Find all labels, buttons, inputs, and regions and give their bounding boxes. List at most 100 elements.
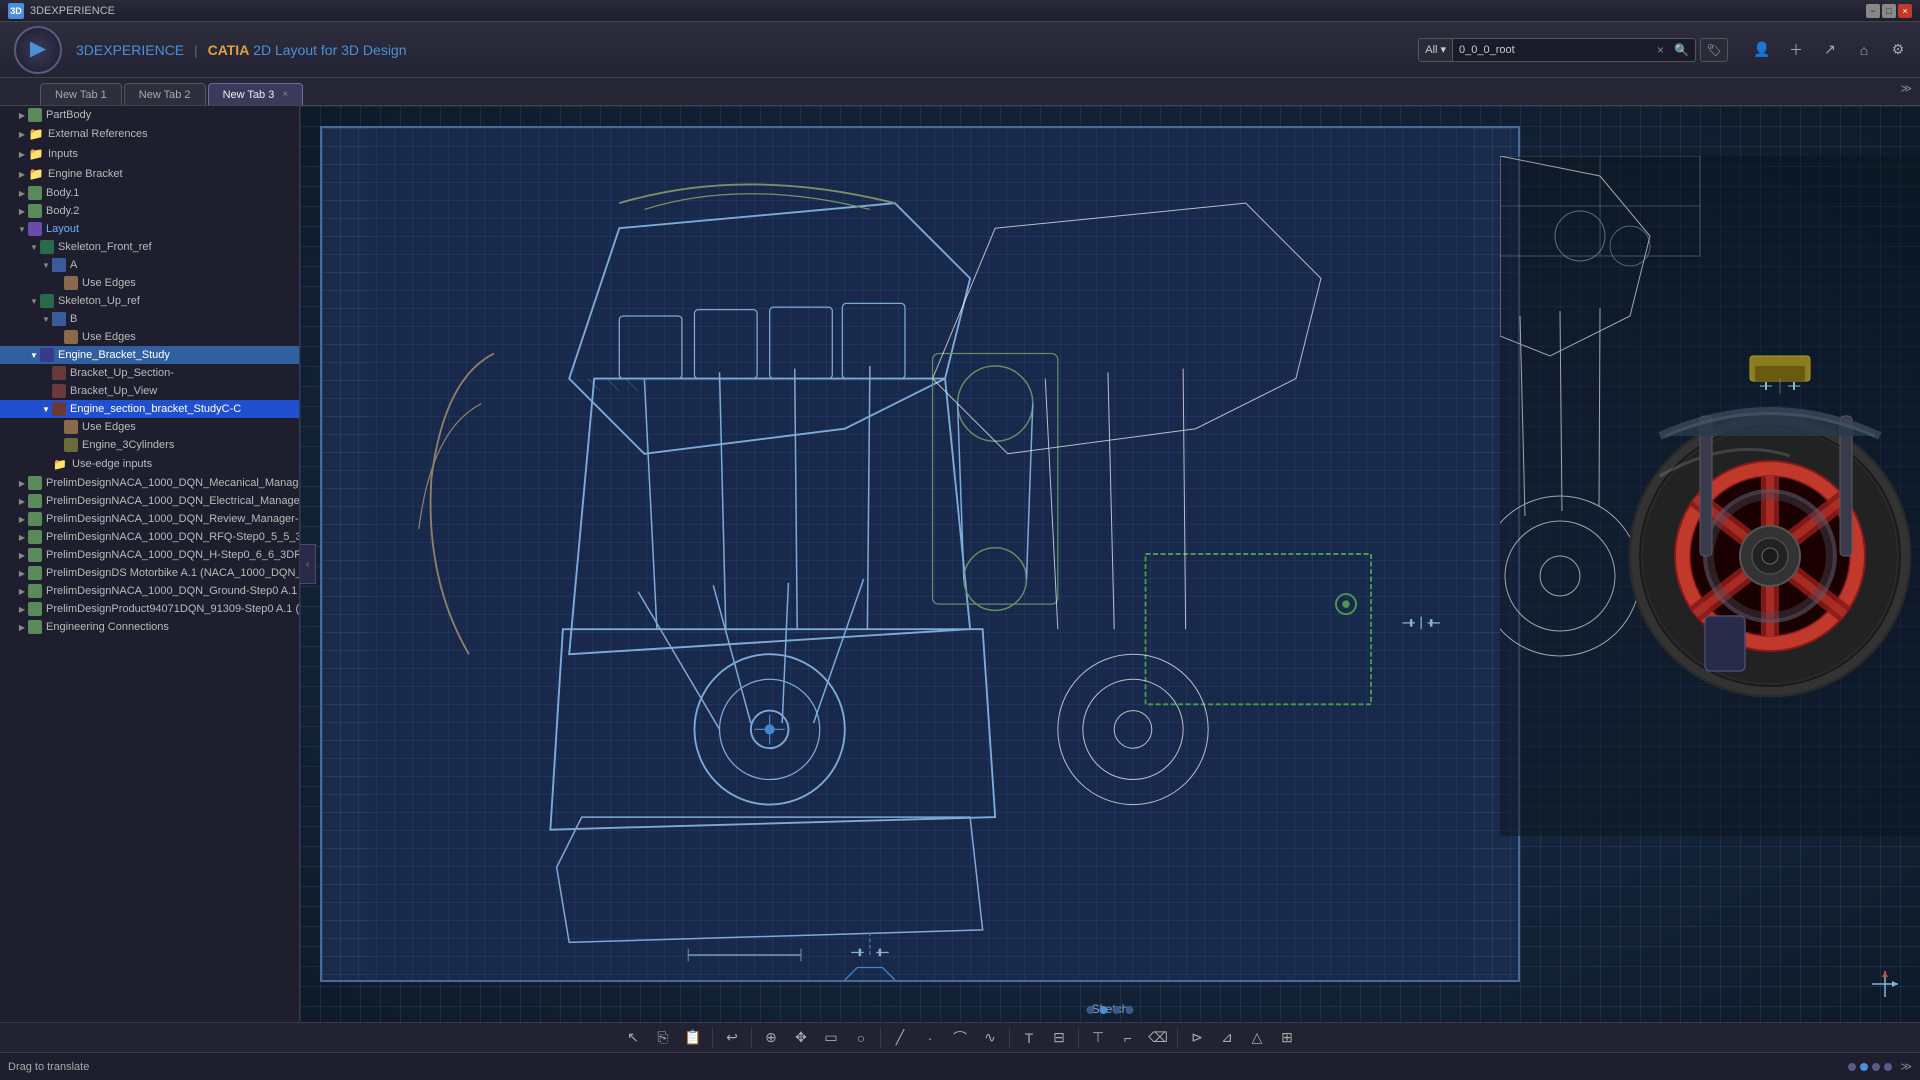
tree-item-bracket-up-section[interactable]: Bracket_Up_Section- <box>0 364 299 382</box>
tree-item-body2[interactable]: ▶ Body.2 <box>0 202 299 220</box>
label-engine-bracket: Engine Bracket <box>48 168 123 180</box>
tree-item-prelim3[interactable]: ▶ PrelimDesignNACA_1000_DQN_Review_Manag… <box>0 510 299 528</box>
undo-tool-button[interactable]: ↩ <box>719 1026 745 1050</box>
offset-tool-button[interactable]: ⊳ <box>1184 1026 1210 1050</box>
select-tool-button[interactable]: ⊕ <box>758 1026 784 1050</box>
tree-item-engine-bracket-study[interactable]: ▼ Engine_Bracket_Study <box>0 346 299 364</box>
triangle-tool-button[interactable]: △ <box>1244 1026 1270 1050</box>
tree-item-prelim6[interactable]: ▶ PrelimDesignDS Motorbike A.1 (NACA_100… <box>0 564 299 582</box>
tabbar-collapse[interactable]: ≫ <box>1900 82 1912 95</box>
tree-item-inputs[interactable]: ▶ 📁 Inputs <box>0 144 299 164</box>
tree-item-bracket-up-view[interactable]: Bracket_Up_View <box>0 382 299 400</box>
tree-item-partbody[interactable]: ▶ PartBody <box>0 106 299 124</box>
icon-use-edges-1 <box>64 276 78 290</box>
expand-eng-conn[interactable]: ▶ <box>16 621 28 633</box>
expand-prelim2[interactable]: ▶ <box>16 495 28 507</box>
fillet-tool-button[interactable]: ⌐ <box>1115 1026 1141 1050</box>
tab-2[interactable]: New Tab 2 <box>124 83 206 105</box>
rect-tool-button[interactable]: ▭ <box>818 1026 844 1050</box>
tag-button[interactable]: 🏷 <box>1700 38 1728 62</box>
cursor-tool-button[interactable]: ↖ <box>620 1026 646 1050</box>
user-icon-button[interactable]: 👤 <box>1748 36 1776 64</box>
logo-area <box>8 25 68 75</box>
tree-item-prelim1[interactable]: ▶ PrelimDesignNACA_1000_DQN_Mecanical_Ma… <box>0 474 299 492</box>
tree-item-use-edges-1[interactable]: Use Edges <box>0 274 299 292</box>
close-button[interactable]: × <box>1898 4 1912 18</box>
share-icon-button[interactable]: ↗ <box>1816 36 1844 64</box>
tree-item-prelim7[interactable]: ▶ PrelimDesignNACA_1000_DQN_Ground-Step0… <box>0 582 299 600</box>
tree-item-skel-front[interactable]: ▼ Skeleton_Front_ref <box>0 238 299 256</box>
circle-tool-button[interactable]: ○ <box>848 1026 874 1050</box>
tree-item-use-edge-inputs[interactable]: 📁 Use-edge inputs <box>0 454 299 474</box>
text-tool-button[interactable]: T <box>1016 1026 1042 1050</box>
expand-body2[interactable]: ▶ <box>16 205 28 217</box>
mirror-tool-button[interactable]: ⊤ <box>1085 1026 1111 1050</box>
viewport[interactable]: ‹ <box>300 106 1920 1022</box>
expand-prelim3[interactable]: ▶ <box>16 513 28 525</box>
tree-item-engine-section-bracket[interactable]: ▼ Engine_section_bracket_StudyC-C <box>0 400 299 418</box>
expand-item-a[interactable]: ▼ <box>40 259 52 271</box>
expand-ext-refs[interactable]: ▶ <box>16 128 28 140</box>
expand-prelim8[interactable]: ▶ <box>16 603 28 615</box>
trim-tool-button[interactable]: ⊟ <box>1046 1026 1072 1050</box>
move-tool-button[interactable]: ✥ <box>788 1026 814 1050</box>
tree-item-prelim5[interactable]: ▶ PrelimDesignNACA_1000_DQN_H-Step0_6_6_… <box>0 546 299 564</box>
label-use-edge-inputs: Use-edge inputs <box>72 458 152 470</box>
minimize-button[interactable]: − <box>1866 4 1880 18</box>
expand-prelim1[interactable]: ▶ <box>16 477 28 489</box>
point-tool-button[interactable]: · <box>917 1026 943 1050</box>
expand-skel-front[interactable]: ▼ <box>28 241 40 253</box>
line-tool-button[interactable]: ╱ <box>887 1026 913 1050</box>
tree-item-eng-conn[interactable]: ▶ Engineering Connections <box>0 618 299 636</box>
constraint-tool-button[interactable]: ⊞ <box>1274 1026 1300 1050</box>
tree-item-skel-up[interactable]: ▼ Skeleton_Up_ref <box>0 292 299 310</box>
expand-prelim7[interactable]: ▶ <box>16 585 28 597</box>
copy-tool-button[interactable]: ⎘ <box>650 1026 676 1050</box>
tree-item-prelim2[interactable]: ▶ PrelimDesignNACA_1000_DQN_Electrical_M… <box>0 492 299 510</box>
search-filter-dropdown[interactable]: All ▾ <box>1419 39 1453 61</box>
expand-engine-bracket-study[interactable]: ▼ <box>28 349 40 361</box>
search-go-icon[interactable]: 🔍 <box>1668 43 1695 57</box>
tree-item-body1[interactable]: ▶ Body.1 <box>0 184 299 202</box>
tree-item-item-a[interactable]: ▼ A <box>0 256 299 274</box>
expand-prelim4[interactable]: ▶ <box>16 531 28 543</box>
expand-item-b[interactable]: ▼ <box>40 313 52 325</box>
tree-item-engine-3cyl[interactable]: Engine_3Cylinders <box>0 436 299 454</box>
expand-partbody[interactable]: ▶ <box>16 109 28 121</box>
label-prelim7: PrelimDesignNACA_1000_DQN_Ground-Step0 A… <box>46 585 300 597</box>
arc-tool-button[interactable]: ⌒ <box>947 1026 973 1050</box>
tree-item-use-edges-2[interactable]: Use Edges <box>0 328 299 346</box>
expand-skel-up[interactable]: ▼ <box>28 295 40 307</box>
expand-engine-bracket[interactable]: ▶ <box>16 168 28 180</box>
search-input[interactable] <box>1453 44 1653 56</box>
expand-prelim5[interactable]: ▶ <box>16 549 28 561</box>
tab-3[interactable]: New Tab 3 × <box>208 83 304 105</box>
sidebar-collapse-handle[interactable]: ‹ <box>300 544 316 584</box>
tree-item-layout[interactable]: ▼ Layout <box>0 220 299 238</box>
add-icon-button[interactable]: ＋ <box>1782 36 1810 64</box>
tree-item-ext-refs[interactable]: ▶ 📁 External References <box>0 124 299 144</box>
paste-tool-button[interactable]: 📋 <box>680 1026 706 1050</box>
tab-3-close[interactable]: × <box>282 89 288 100</box>
erase-tool-button[interactable]: ⌫ <box>1145 1026 1171 1050</box>
icon-prelim6 <box>28 566 42 580</box>
drawing-area[interactable] <box>320 126 1520 982</box>
home-icon-button[interactable]: ⌂ <box>1850 36 1878 64</box>
tab-1[interactable]: New Tab 1 <box>40 83 122 105</box>
expand-engine-section-bracket[interactable]: ▼ <box>40 403 52 415</box>
expand-body1[interactable]: ▶ <box>16 187 28 199</box>
tree-item-prelim4[interactable]: ▶ PrelimDesignNACA_1000_DQN_RFQ-Step0_5_… <box>0 528 299 546</box>
settings-icon-button[interactable]: ⚙ <box>1884 36 1912 64</box>
tree-item-engine-bracket[interactable]: ▶ 📁 Engine Bracket <box>0 164 299 184</box>
expand-prelim6[interactable]: ▶ <box>16 567 28 579</box>
expand-use-edges-1 <box>52 277 64 289</box>
tree-item-item-b[interactable]: ▼ B <box>0 310 299 328</box>
search-clear-icon[interactable]: × <box>1653 43 1668 57</box>
spline-tool-button[interactable]: ∿ <box>977 1026 1003 1050</box>
maximize-button[interactable]: □ <box>1882 4 1896 18</box>
expand-inputs[interactable]: ▶ <box>16 148 28 160</box>
chamfer-tool-button[interactable]: ⊿ <box>1214 1026 1240 1050</box>
tree-item-prelim8[interactable]: ▶ PrelimDesignProduct94071DQN_91309-Step… <box>0 600 299 618</box>
expand-layout[interactable]: ▼ <box>16 223 28 235</box>
tree-item-use-edges-3[interactable]: Use Edges <box>0 418 299 436</box>
